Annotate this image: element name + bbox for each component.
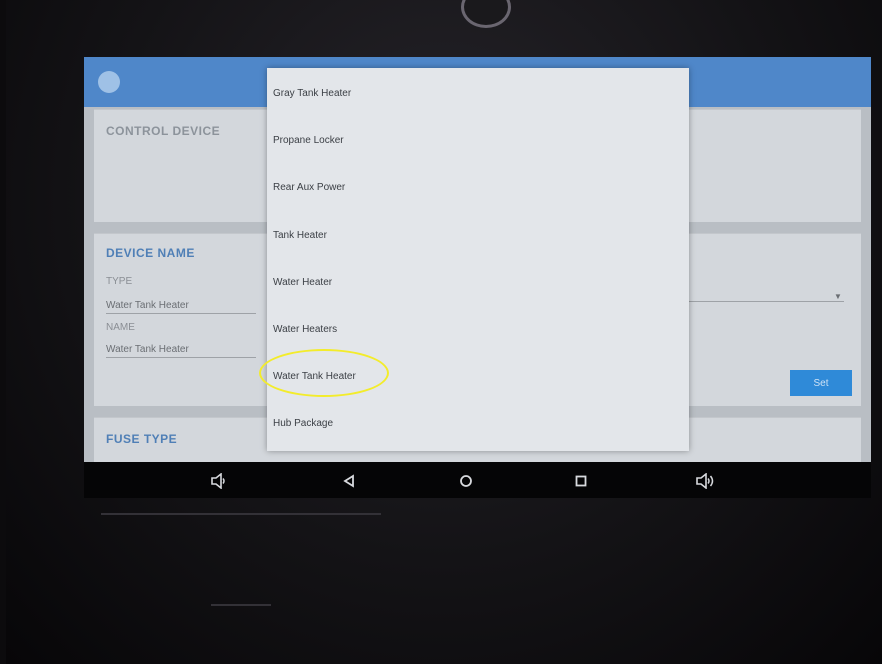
home-icon[interactable] [453,468,479,494]
type-label: TYPE [106,276,133,287]
type-field[interactable]: Water Tank Heater [106,300,256,314]
device-name-title: DEVICE NAME [106,246,195,260]
app-logo-icon [98,71,120,93]
dialog-item-water-heater[interactable]: Water Heater [273,277,332,288]
volume-up-icon[interactable] [692,468,718,494]
device-bezel: CONTROL DEVICE DEVICE NAME TYPE Water Ta… [6,0,882,664]
dialog-item-gray-tank-heater[interactable]: Gray Tank Heater [273,88,351,99]
dialog-item-rear-aux-power[interactable]: Rear Aux Power [273,182,345,193]
dropdown-arrow-icon[interactable]: ▼ [834,292,842,301]
back-icon[interactable] [336,468,362,494]
dialog-item-water-heaters[interactable]: Water Heaters [273,324,337,335]
recents-icon[interactable] [568,468,594,494]
bezel-bar [211,604,271,606]
fuse-type-title: FUSE TYPE [106,432,178,446]
dialog-item-tank-heater[interactable]: Tank Heater [273,230,327,241]
volume-down-icon[interactable] [206,468,232,494]
bezel-bar [101,513,381,515]
control-device-title: CONTROL DEVICE [106,124,221,138]
name-field[interactable]: Water Tank Heater [106,344,256,358]
dialog-item-propane-locker[interactable]: Propane Locker [273,135,344,146]
set-button[interactable]: Set [790,370,852,396]
camera-icon [461,0,511,28]
name-label: NAME [106,322,135,333]
dialog-item-hub-package[interactable]: Hub Package [273,418,333,429]
highlight-circle [259,349,389,397]
android-navbar [84,462,871,498]
